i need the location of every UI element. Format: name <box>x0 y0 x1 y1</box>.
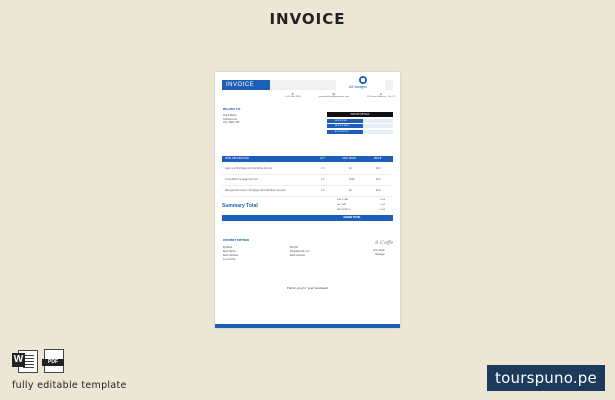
logo-placeholder <box>385 80 393 90</box>
summary-bar <box>222 215 393 221</box>
details-header: INVOICE DETAILS <box>327 112 393 117</box>
company-name: AZ Ideagen <box>349 85 368 89</box>
billed-to-lines: Client Name Address Line City, State, ZI… <box>223 114 239 125</box>
thank-you-note: Thank you for your business! <box>286 286 329 290</box>
company-logo-icon <box>359 76 367 84</box>
editable-caption: fully editable template <box>12 380 127 391</box>
invoice-details: INVOICE DETAILS INVOICE NO. INVOICE DATE… <box>327 112 393 134</box>
details-row: ACCOUNT NO. <box>327 129 393 134</box>
invoice-badge-extension <box>270 80 336 90</box>
signatory: John Smith Manager <box>373 249 385 256</box>
sheet-footer-bar <box>215 324 400 328</box>
details-row: INVOICE NO. <box>327 118 393 123</box>
word-file-icon: W <box>12 349 38 373</box>
col-description: ITEM DESCRIPTION <box>225 157 249 160</box>
file-format-icons: W PDF <box>12 349 64 373</box>
billed-to-label: BILLED TO <box>223 107 241 111</box>
summary-total-label: Summary Total <box>222 203 258 209</box>
details-row: INVOICE DATE <box>327 124 393 128</box>
totals-row: DISCOUNT % 0.00 <box>337 209 385 211</box>
invoice-sheet: INVOICE AZ Ideagen ✆ +123 456 7890 @ you… <box>215 72 400 328</box>
grand-total-label: GRAND TOTAL <box>337 215 367 221</box>
table-row: Management Lease / Mortgage Administrati… <box>222 186 393 197</box>
contact-phone-text: +123 456 7890 <box>285 96 301 98</box>
contact-row: ✆ +123 456 7890 @ yourmail@companyname.c… <box>285 92 395 98</box>
contact-address: ⌂ 123 Street Address, City, ST <box>367 92 395 98</box>
payment-method-label: PAYMENT METHOD <box>223 239 250 242</box>
totals-block: SUB TOTAL 0.00 Tax / VAT 0.00 DISCOUNT % 0.… <box>337 198 393 213</box>
invoice-badge: INVOICE <box>222 80 270 90</box>
table-row: Agency & Mortgage Administrative Service… <box>222 164 393 175</box>
contact-phone: ✆ +123 456 7890 <box>285 92 301 98</box>
pdf-file-icon: PDF <box>42 349 64 373</box>
contact-email-text: yourmail@companyname.com <box>318 96 350 98</box>
contact-address-text: 123 Street Address, City, ST <box>366 96 395 98</box>
payment-col-paypal: Pay Pal Paypal@mail.com Bank Address <box>290 246 310 257</box>
col-price: PRICE <box>374 157 382 160</box>
col-unit-price: UNIT PRICE <box>342 157 357 160</box>
brand-badge[interactable]: tourspuno.pe <box>487 365 605 391</box>
billed-line: City, State, ZIP <box>223 121 240 124</box>
page-title: INVOICE <box>269 10 346 28</box>
signature: S Coffe <box>375 240 394 246</box>
table-row: Consultation & Legal Services 1.5 $100 $… <box>222 175 393 186</box>
payment-col-bank: By Bank Bank Name Bank Address Account N… <box>223 246 238 261</box>
col-qty: QTY <box>320 157 326 160</box>
contact-email: @ yourmail@companyname.com <box>319 92 350 98</box>
items-table-header: ITEM DESCRIPTION QTY UNIT PRICE PRICE <box>222 156 393 162</box>
